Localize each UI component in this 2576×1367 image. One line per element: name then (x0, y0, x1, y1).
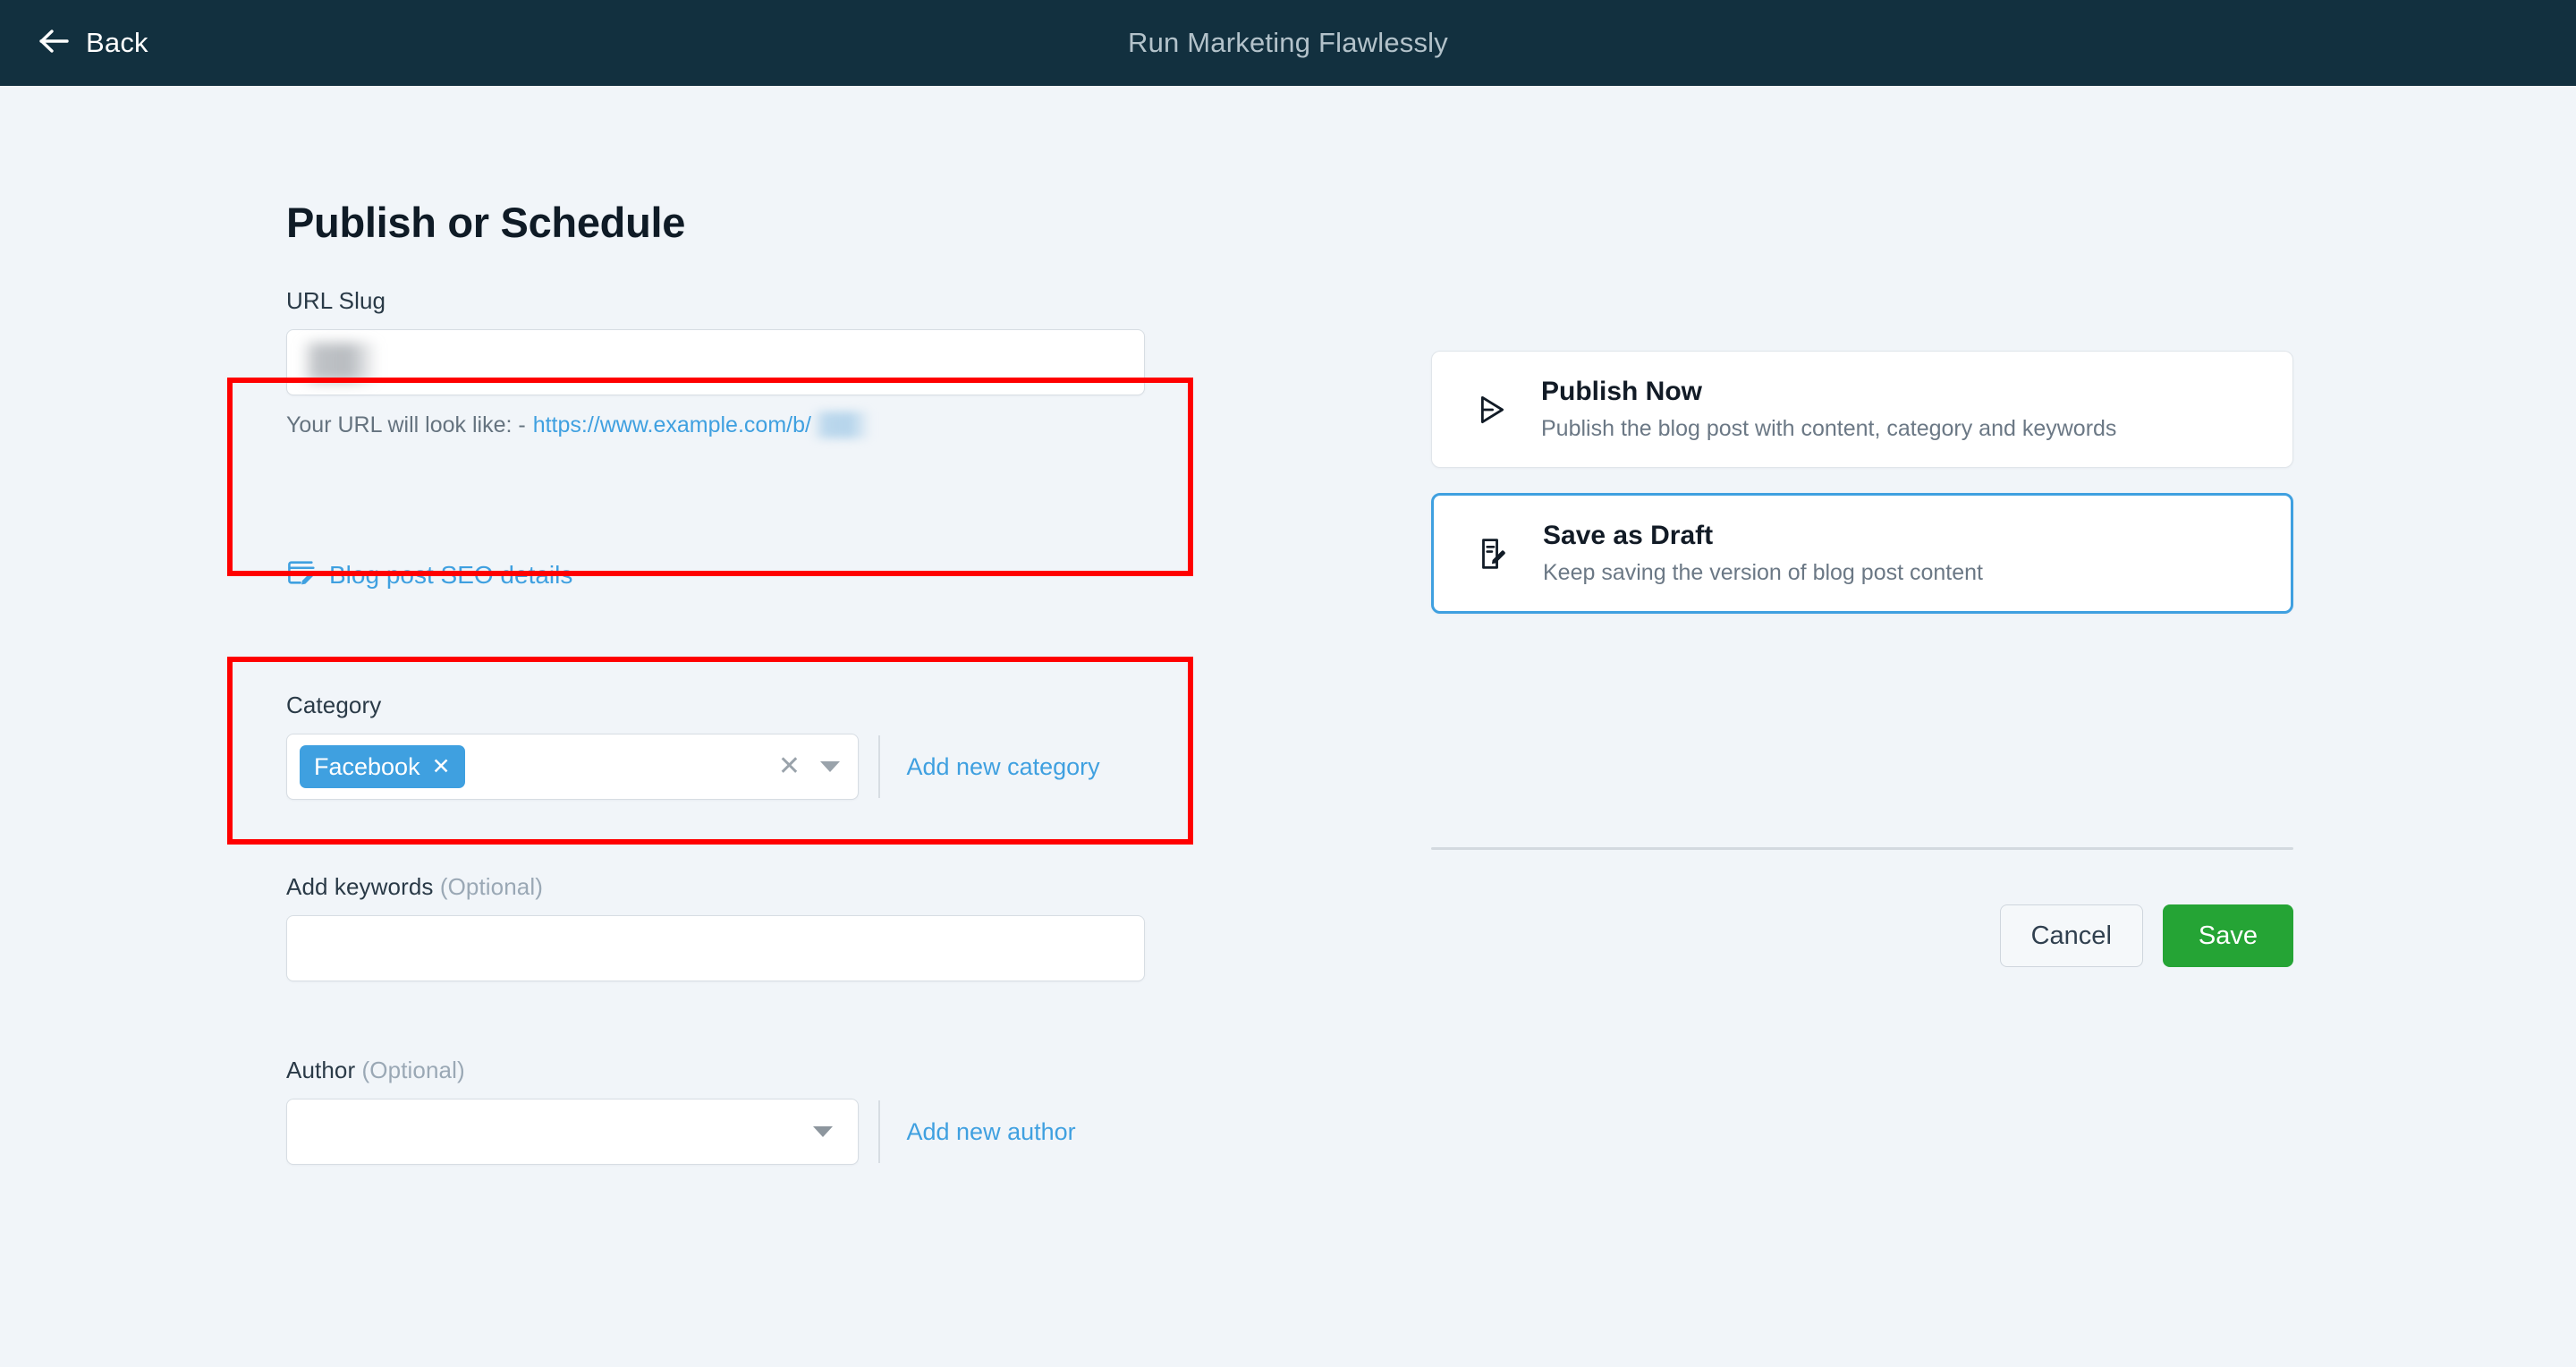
save-as-draft-description: Keep saving the version of blog post con… (1543, 560, 1983, 585)
publish-now-title: Publish Now (1541, 377, 1702, 406)
arrow-left-icon (39, 29, 70, 58)
author-chevron-down-icon[interactable] (813, 1126, 833, 1137)
draft-edit-icon (1464, 535, 1521, 573)
author-label-text: Author (286, 1057, 356, 1083)
category-select[interactable]: Facebook ✕ ✕ (286, 734, 859, 800)
url-slug-redacted-value (301, 343, 378, 382)
author-select[interactable] (286, 1099, 859, 1165)
back-button[interactable]: Back (39, 27, 148, 59)
keywords-label-text: Add keywords (286, 873, 434, 900)
publish-now-description: Publish the blog post with content, cate… (1541, 416, 2117, 441)
publish-now-card[interactable]: Publish Now Publish the blog post with c… (1431, 351, 2293, 468)
form-column: URL Slug Your URL will look like: - http… (286, 287, 1270, 438)
blog-post-seo-details-label: Blog post SEO details (329, 560, 573, 589)
publish-options-column: Publish Now Publish the blog post with c… (1431, 351, 2293, 614)
author-divider (878, 1100, 880, 1163)
url-slug-hint-redacted (811, 412, 871, 438)
save-as-draft-card[interactable]: Save as Draft Keep saving the version of… (1431, 493, 2293, 614)
keywords-input[interactable] (286, 915, 1145, 981)
edit-note-icon (286, 557, 317, 592)
category-clear-icon[interactable]: ✕ (778, 753, 801, 780)
category-group: Category Facebook ✕ ✕ Add new category (286, 692, 1100, 800)
blog-post-seo-details-link[interactable]: Blog post SEO details (286, 557, 572, 592)
save-as-draft-text: Save as Draft Keep saving the version of… (1543, 521, 1983, 586)
category-label: Category (286, 692, 382, 718)
keywords-group: Add keywords (Optional) (286, 873, 1145, 981)
url-slug-group: URL Slug Your URL will look like: - http… (286, 287, 1270, 438)
category-chip-facebook[interactable]: Facebook ✕ (300, 745, 465, 788)
category-select-row: Facebook ✕ ✕ Add new category (286, 734, 1100, 800)
url-slug-hint: Your URL will look like: - https://www.e… (286, 412, 1270, 438)
send-icon (1462, 391, 1520, 429)
category-chip-remove-icon[interactable]: ✕ (432, 755, 451, 778)
page-title: Publish or Schedule (286, 199, 686, 246)
add-new-author-link[interactable]: Add new author (907, 1118, 1076, 1146)
url-slug-input[interactable] (286, 329, 1145, 395)
category-select-actions: ✕ (778, 753, 849, 780)
keywords-optional-text: (Optional) (439, 873, 543, 900)
category-chevron-down-icon[interactable] (820, 761, 840, 772)
url-slug-label: URL Slug (286, 287, 386, 314)
page-body: Publish or Schedule URL Slug Your URL wi… (0, 86, 2576, 1367)
author-select-row: Add new author (286, 1099, 1076, 1165)
top-bar: Back Run Marketing Flawlessly (0, 0, 2576, 86)
add-new-category-link[interactable]: Add new category (907, 753, 1100, 781)
keywords-label: Add keywords (Optional) (286, 873, 1145, 901)
save-as-draft-title: Save as Draft (1543, 521, 1714, 550)
category-chip-label: Facebook (314, 752, 420, 780)
cancel-button[interactable]: Cancel (1999, 904, 2143, 967)
author-optional-text: (Optional) (361, 1057, 465, 1083)
app-title: Run Marketing Flawlessly (1128, 27, 1448, 58)
back-label: Back (86, 27, 148, 58)
action-buttons: Cancel Save (1431, 904, 2293, 967)
actions-divider (1431, 847, 2293, 850)
author-label: Author (Optional) (286, 1057, 1076, 1084)
author-group: Author (Optional) Add new author (286, 1057, 1076, 1165)
url-slug-hint-prefix: Your URL will look like: - (286, 412, 526, 437)
publish-now-text: Publish Now Publish the blog post with c… (1541, 377, 2116, 442)
url-slug-hint-url[interactable]: https://www.example.com/b/ (533, 412, 811, 438)
category-divider (878, 735, 880, 798)
save-button[interactable]: Save (2162, 904, 2293, 967)
